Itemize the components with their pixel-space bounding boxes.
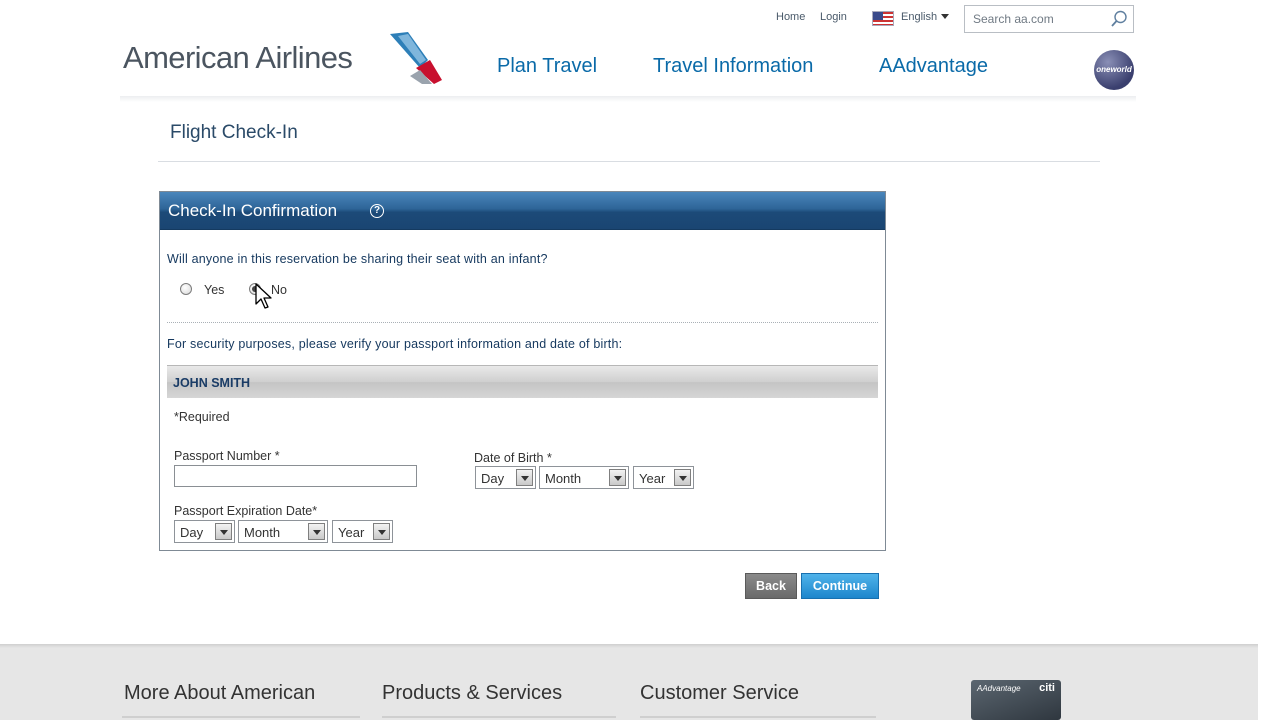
dob-day-value: Day	[481, 471, 505, 486]
citi-aadvantage-card-image[interactable]: AAdvantage citi	[971, 680, 1061, 720]
section-divider	[167, 322, 878, 323]
mouse-cursor-icon	[255, 283, 272, 309]
passenger-name: JOHN SMITH	[173, 376, 251, 390]
continue-button[interactable]: Continue	[801, 573, 879, 599]
footer: More About American Products & Services …	[0, 644, 1280, 720]
expiration-month-value: Month	[244, 525, 281, 540]
language-selector[interactable]: English	[901, 11, 937, 23]
nav-plan-travel[interactable]: Plan Travel	[497, 55, 597, 78]
chevron-down-icon[interactable]	[609, 469, 626, 486]
search-icon[interactable]	[1109, 9, 1129, 29]
expiration-year-value: Year	[338, 525, 365, 540]
required-note: *Required	[174, 410, 230, 424]
expiration-day-value: Day	[180, 525, 204, 540]
dob-year-select[interactable]: Year	[633, 466, 694, 489]
search-box	[964, 5, 1134, 33]
american-airlines-logo[interactable]: American Airlines	[123, 40, 353, 76]
infant-question: Will anyone in this reservation be shari…	[167, 252, 548, 266]
us-flag-icon[interactable]	[872, 11, 894, 26]
footer-more-about-american[interactable]: More About American	[124, 682, 315, 705]
oneworld-logo[interactable]: oneworld	[1094, 50, 1134, 90]
card-bank: citi	[1039, 682, 1055, 694]
header-divider	[120, 96, 1136, 102]
chevron-down-icon[interactable]	[373, 523, 390, 540]
passport-number-label: Passport Number *	[174, 449, 280, 463]
infant-yes-radio[interactable]	[180, 283, 192, 295]
nav-travel-information[interactable]: Travel Information	[653, 55, 813, 78]
title-divider	[158, 161, 1100, 162]
page-title: Flight Check-In	[170, 122, 298, 143]
footer-shadow	[0, 644, 1260, 648]
panel-title: Check-In Confirmation	[168, 201, 338, 220]
chevron-down-icon[interactable]	[215, 523, 232, 540]
home-link[interactable]: Home	[776, 11, 805, 23]
chevron-down-icon[interactable]	[941, 14, 949, 19]
help-icon[interactable]: ?	[370, 204, 384, 218]
footer-divider	[122, 716, 360, 718]
passenger-header: JOHN SMITH	[167, 365, 878, 398]
security-prompt: For security purposes, please verify you…	[167, 337, 623, 351]
dob-month-select[interactable]: Month	[539, 466, 629, 489]
expiration-day-select[interactable]: Day	[174, 520, 235, 543]
panel-header: Check-In Confirmation ?	[160, 192, 885, 230]
expiration-year-select[interactable]: Year	[332, 520, 393, 543]
card-brand: AAdvantage	[977, 684, 1021, 693]
flight-symbol-logo-icon	[390, 32, 442, 84]
dob-day-select[interactable]: Day	[475, 466, 536, 489]
infant-yes-label[interactable]: Yes	[204, 283, 224, 297]
footer-edge	[1258, 644, 1280, 720]
utility-bar: Home Login English	[0, 0, 1280, 36]
passport-expiration-label: Passport Expiration Date*	[174, 504, 318, 518]
nav-aadvantage[interactable]: AAdvantage	[879, 55, 988, 78]
chevron-down-icon[interactable]	[674, 469, 691, 486]
dob-year-value: Year	[639, 471, 666, 486]
date-of-birth-label: Date of Birth *	[474, 451, 552, 465]
dob-month-value: Month	[545, 471, 582, 486]
footer-divider	[382, 716, 616, 718]
footer-customer-service[interactable]: Customer Service	[640, 682, 799, 705]
back-button[interactable]: Back	[745, 573, 797, 599]
chevron-down-icon[interactable]	[308, 523, 325, 540]
passport-number-input[interactable]	[174, 465, 417, 487]
search-input[interactable]	[965, 6, 1111, 32]
expiration-month-select[interactable]: Month	[238, 520, 328, 543]
login-link[interactable]: Login	[820, 11, 847, 23]
chevron-down-icon[interactable]	[516, 469, 533, 486]
check-in-confirmation-panel: Check-In Confirmation ? Will anyone in t…	[159, 191, 886, 551]
footer-divider	[640, 716, 876, 718]
footer-products-services[interactable]: Products & Services	[382, 682, 562, 705]
